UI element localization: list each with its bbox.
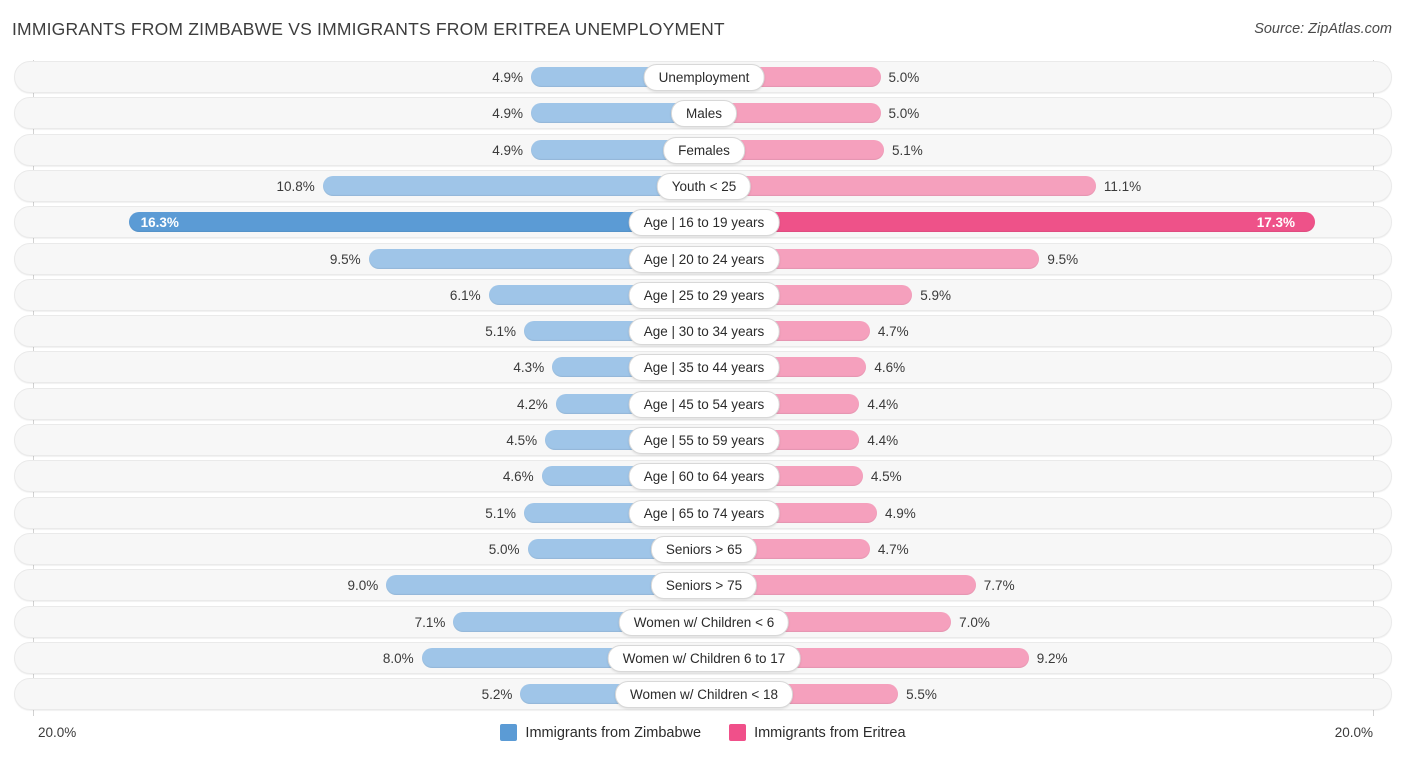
category-label: Age | 30 to 34 years	[628, 318, 780, 346]
legend-label-eritrea: Immigrants from Eritrea	[754, 724, 906, 741]
value-label-eritrea: 17.3%	[1256, 215, 1295, 231]
category-label: Seniors > 65	[650, 535, 758, 563]
value-label-zimbabwe: 9.5%	[329, 251, 361, 267]
value-label-zimbabwe: 5.1%	[485, 324, 516, 340]
value-label-eritrea: 5.0%	[888, 70, 920, 85]
value-label-eritrea: 5.5%	[906, 687, 937, 703]
category-label: Age | 65 to 74 years	[628, 499, 780, 527]
category-label: Males	[670, 100, 738, 128]
value-label-eritrea: 9.2%	[1036, 650, 1068, 666]
chart-row[interactable]: 4.5% 4.4% Age | 55 to 59 years	[14, 424, 1392, 456]
chart-row[interactable]: 16.3% 17.3% Age | 16 to 19 years	[14, 206, 1392, 239]
value-label-zimbabwe: 5.1%	[485, 505, 516, 521]
chart-row[interactable]: 8.0% 9.2% Women w/ Children 6 to 17	[14, 641, 1392, 674]
chart-row[interactable]: 4.6% 4.5% Age | 60 to 64 years	[14, 460, 1392, 493]
chart-row[interactable]: 4.9% 5.0% Unemployment	[14, 61, 1392, 93]
chart-row[interactable]: 5.1% 4.9% Age | 65 to 74 years	[14, 496, 1392, 529]
category-label: Females	[663, 136, 745, 164]
value-label-eritrea: 4.7%	[877, 541, 909, 557]
value-label-eritrea: 4.6%	[874, 360, 906, 376]
chart-row[interactable]: 5.0% 4.7% Seniors > 65	[14, 532, 1392, 565]
category-label: Youth < 25	[656, 172, 752, 200]
bar-zimbabwe	[322, 175, 704, 196]
value-label-eritrea: 7.0%	[959, 614, 990, 630]
chart-row[interactable]: 9.5% 9.5% Age | 20 to 24 years	[14, 242, 1392, 275]
page-title: IMMIGRANTS FROM ZIMBABWE VS IMMIGRANTS F…	[12, 19, 725, 39]
category-label: Age | 25 to 29 years	[628, 281, 780, 309]
chart-row[interactable]: 4.2% 4.4% Age | 45 to 54 years	[14, 387, 1392, 420]
chart-row[interactable]: 9.0% 7.7% Seniors > 75	[14, 569, 1392, 602]
category-label: Age | 20 to 24 years	[628, 245, 780, 273]
value-label-zimbabwe: 4.9%	[492, 142, 524, 158]
bar-eritrea	[704, 212, 1315, 233]
value-label-zimbabwe: 5.2%	[481, 687, 513, 703]
chart-row[interactable]: 5.2% 5.5% Women w/ Children < 18	[14, 678, 1392, 711]
value-label-eritrea: 9.5%	[1047, 251, 1079, 267]
chart-header: IMMIGRANTS FROM ZIMBABWE VS IMMIGRANTS F…	[0, 0, 1406, 56]
chart-row[interactable]: 6.1% 5.9% Age | 25 to 29 years	[14, 278, 1392, 311]
legend-item-eritrea[interactable]: Immigrants from Eritrea	[729, 724, 906, 741]
legend-swatch-eritrea	[729, 724, 747, 741]
chart-legend: Immigrants from Zimbabwe Immigrants from…	[0, 724, 1406, 741]
category-label: Age | 35 to 44 years	[628, 354, 780, 382]
category-label: Women w/ Children < 18	[615, 681, 793, 709]
category-label: Age | 55 to 59 years	[628, 427, 780, 454]
chart-row[interactable]: 4.9% 5.1% Females	[14, 133, 1392, 166]
value-label-zimbabwe: 4.3%	[513, 360, 545, 376]
category-label: Age | 60 to 64 years	[628, 463, 780, 491]
category-label: Age | 45 to 54 years	[628, 390, 780, 418]
legend-label-zimbabwe: Immigrants from Zimbabwe	[525, 724, 702, 741]
value-label-eritrea: 4.7%	[877, 324, 909, 340]
value-label-eritrea: 7.7%	[983, 578, 1015, 594]
bar-zimbabwe	[128, 212, 704, 233]
value-label-eritrea: 4.5%	[870, 469, 902, 485]
value-label-zimbabwe: 5.0%	[488, 541, 520, 557]
value-label-eritrea: 4.4%	[867, 433, 899, 448]
chart-row[interactable]: 4.3% 4.6% Age | 35 to 44 years	[14, 351, 1392, 384]
chart-footer: 20.0% 20.0% Immigrants from Zimbabwe Imm…	[0, 716, 1406, 757]
chart-row[interactable]: 10.8% 11.1% Youth < 25	[14, 169, 1392, 202]
value-label-zimbabwe: 6.1%	[449, 287, 481, 303]
value-label-zimbabwe: 16.3%	[140, 215, 179, 231]
category-label: Seniors > 75	[650, 572, 758, 600]
value-label-zimbabwe: 4.9%	[492, 106, 524, 122]
value-label-zimbabwe: 10.8%	[276, 178, 315, 194]
value-label-zimbabwe: 4.9%	[492, 70, 524, 85]
value-label-eritrea: 4.4%	[867, 396, 899, 412]
bar-eritrea	[704, 175, 1096, 196]
value-label-zimbabwe: 4.2%	[516, 396, 548, 412]
category-label: Unemployment	[643, 64, 765, 91]
category-label: Women w/ Children < 6	[618, 608, 790, 636]
chart-row[interactable]: 7.1% 7.0% Women w/ Children < 6	[14, 605, 1392, 638]
value-label-eritrea: 4.9%	[884, 505, 916, 521]
value-label-eritrea: 5.0%	[888, 106, 920, 122]
value-label-eritrea: 11.1%	[1103, 178, 1142, 194]
value-label-eritrea: 5.9%	[920, 287, 952, 303]
diverging-bar-chart: 4.9% 5.0% Unemployment 4.9% 5.0% Males 4.9% 5.1…	[0, 56, 1406, 716]
category-label: Age | 16 to 19 years	[628, 209, 780, 237]
chart-row[interactable]: 4.9% 5.0% Males	[14, 97, 1392, 130]
legend-item-zimbabwe[interactable]: Immigrants from Zimbabwe	[500, 724, 701, 741]
category-label: Women w/ Children 6 to 17	[607, 644, 801, 672]
chart-row[interactable]: 5.1% 4.7% Age | 30 to 34 years	[14, 315, 1392, 348]
value-label-eritrea: 5.1%	[892, 142, 923, 158]
value-label-zimbabwe: 4.6%	[502, 469, 534, 485]
value-label-zimbabwe: 4.5%	[506, 433, 538, 448]
value-label-zimbabwe: 8.0%	[382, 650, 414, 666]
value-label-zimbabwe: 9.0%	[347, 578, 379, 594]
legend-swatch-zimbabwe	[500, 724, 518, 741]
value-label-zimbabwe: 7.1%	[414, 614, 446, 630]
source-attribution: Source: ZipAtlas.com	[1254, 21, 1392, 37]
